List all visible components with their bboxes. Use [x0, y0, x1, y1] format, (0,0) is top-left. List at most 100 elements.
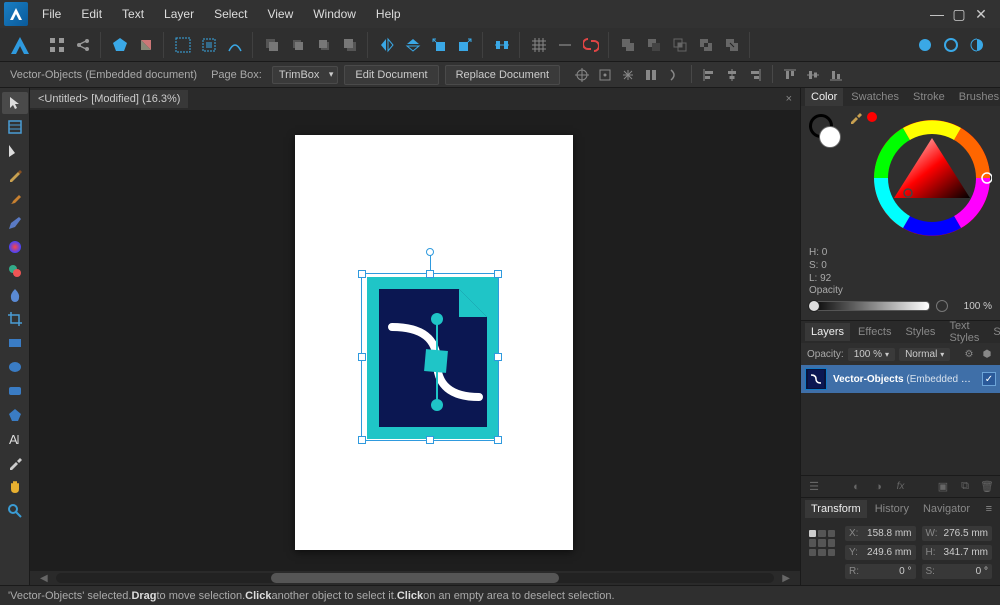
transform-panel-menu-icon[interactable]: ≡	[982, 503, 996, 515]
share-button[interactable]	[72, 34, 94, 56]
artboard-tool[interactable]	[2, 116, 28, 138]
move-tool[interactable]	[2, 92, 28, 114]
brush-tool[interactable]	[2, 188, 28, 210]
snapping-toggle-button[interactable]	[580, 34, 602, 56]
corner-chamfer-button[interactable]	[940, 34, 962, 56]
corner-round-button[interactable]	[914, 34, 936, 56]
order-backward-button[interactable]	[287, 34, 309, 56]
crop-tool[interactable]	[2, 308, 28, 330]
ellipse-tool[interactable]	[2, 356, 28, 378]
document-tab-close[interactable]: ×	[778, 93, 800, 105]
menu-text[interactable]: Text	[112, 3, 154, 25]
align-bounds-button[interactable]	[198, 34, 220, 56]
horizontal-scrollbar[interactable]: ◀ ▶	[30, 571, 800, 585]
adjust-icon[interactable]: ◑	[872, 481, 886, 493]
opacity-slider[interactable]	[809, 301, 930, 311]
replace-document-button[interactable]: Replace Document	[445, 65, 561, 85]
menu-edit[interactable]: Edit	[71, 3, 112, 25]
canvas-viewport[interactable]	[30, 110, 800, 571]
menu-layer[interactable]: Layer	[154, 3, 204, 25]
mask-icon[interactable]: ◐	[850, 481, 864, 493]
layer-opacity-value[interactable]: 100 %	[848, 348, 895, 361]
edit-document-button[interactable]: Edit Document	[344, 65, 438, 85]
shape-swap-button[interactable]	[135, 34, 157, 56]
menu-select[interactable]: Select	[204, 3, 257, 25]
boolean-subtract-button[interactable]	[643, 34, 665, 56]
zoom-tool[interactable]	[2, 500, 28, 522]
menu-help[interactable]: Help	[366, 3, 411, 25]
transform-w-field[interactable]: W:276.5 mm	[922, 526, 993, 541]
snapping-grid-button[interactable]	[528, 34, 550, 56]
rectangle-tool[interactable]	[2, 332, 28, 354]
rotate-ccw-button[interactable]	[428, 34, 450, 56]
flip-horizontal-button[interactable]	[376, 34, 398, 56]
transform-r-field[interactable]: R:0 °	[845, 564, 916, 579]
delete-layer-icon[interactable]: 🗑	[980, 480, 994, 493]
history-tab[interactable]: History	[869, 500, 915, 518]
color-tab[interactable]: Color	[805, 88, 843, 106]
eyedropper-icon[interactable]	[849, 110, 863, 127]
grid-toggle-button[interactable]	[46, 34, 68, 56]
align-right-icon[interactable]	[745, 65, 765, 85]
fill-tool[interactable]	[2, 236, 28, 258]
align-hcenter-icon[interactable]	[722, 65, 742, 85]
gear-icon[interactable]: ⚙	[962, 347, 976, 361]
ctx-snap-1-icon[interactable]	[572, 65, 592, 85]
layers-stack-icon[interactable]: ☰	[807, 480, 821, 493]
corner-concave-button[interactable]	[966, 34, 988, 56]
align-vcenter-icon[interactable]	[803, 65, 823, 85]
menu-window[interactable]: Window	[303, 3, 366, 25]
add-layer-icon[interactable]: ▣	[936, 480, 950, 493]
transform-y-field[interactable]: Y:249.6 mm	[845, 545, 916, 560]
document-tab[interactable]: <Untitled> [Modified] (16.3%)	[30, 90, 188, 108]
order-front-button[interactable]	[339, 34, 361, 56]
align-left-icon[interactable]	[699, 65, 719, 85]
add-group-icon[interactable]: ⧉	[958, 480, 972, 493]
boolean-xor-button[interactable]	[695, 34, 717, 56]
order-forward-button[interactable]	[313, 34, 335, 56]
layer-item[interactable]: Vector-Objects (Embedded d… ✓	[801, 365, 1000, 393]
blend-mode-select[interactable]: Normal	[899, 348, 950, 361]
layers-tab[interactable]: Layers	[805, 323, 850, 341]
navigator-tab[interactable]: Navigator	[917, 500, 976, 518]
align-top-icon[interactable]	[780, 65, 800, 85]
brushes-tab[interactable]: Brushes	[953, 88, 1000, 106]
polygon-tool[interactable]	[2, 404, 28, 426]
align-bottom-icon[interactable]	[826, 65, 846, 85]
menu-view[interactable]: View	[257, 3, 303, 25]
stroke-tab[interactable]: Stroke	[907, 88, 951, 106]
flip-vertical-button[interactable]	[402, 34, 424, 56]
boolean-divide-button[interactable]	[721, 34, 743, 56]
maximize-button[interactable]: ▢	[952, 7, 966, 21]
text-styles-tab[interactable]: Text Styles	[943, 317, 985, 347]
ctx-snap-5-icon[interactable]	[664, 65, 684, 85]
pagebox-select[interactable]: TrimBox	[272, 66, 339, 84]
align-selection-button[interactable]	[172, 34, 194, 56]
layer-visible-checkbox[interactable]: ✓	[982, 372, 996, 386]
ctx-snap-4-icon[interactable]	[641, 65, 661, 85]
gradient-tool[interactable]	[2, 260, 28, 282]
pencil-tool[interactable]	[2, 212, 28, 234]
order-back-button[interactable]	[261, 34, 283, 56]
hand-tool[interactable]	[2, 476, 28, 498]
transform-tab[interactable]: Transform	[805, 500, 867, 518]
menu-file[interactable]: File	[32, 3, 71, 25]
align-group-button[interactable]	[491, 34, 513, 56]
eyedropper-tool[interactable]	[2, 452, 28, 474]
close-button[interactable]: ✕	[974, 7, 988, 21]
transform-s-field[interactable]: S:0 °	[922, 564, 993, 579]
boolean-intersect-button[interactable]	[669, 34, 691, 56]
color-wheel[interactable]	[872, 118, 992, 238]
ctx-snap-3-icon[interactable]	[618, 65, 638, 85]
fx-icon[interactable]: fx	[894, 481, 908, 492]
stock-tab[interactable]: Stock	[987, 323, 1000, 341]
node-tool[interactable]	[2, 140, 28, 162]
effects-tab[interactable]: Effects	[852, 323, 897, 341]
rotate-cw-button[interactable]	[454, 34, 476, 56]
snapping-lock-button[interactable]	[554, 34, 576, 56]
lock-icon[interactable]: ⬢	[980, 347, 994, 361]
text-tool[interactable]: A	[2, 428, 28, 450]
ctx-snap-2-icon[interactable]	[595, 65, 615, 85]
swatches-tab[interactable]: Swatches	[845, 88, 905, 106]
boolean-add-button[interactable]	[617, 34, 639, 56]
